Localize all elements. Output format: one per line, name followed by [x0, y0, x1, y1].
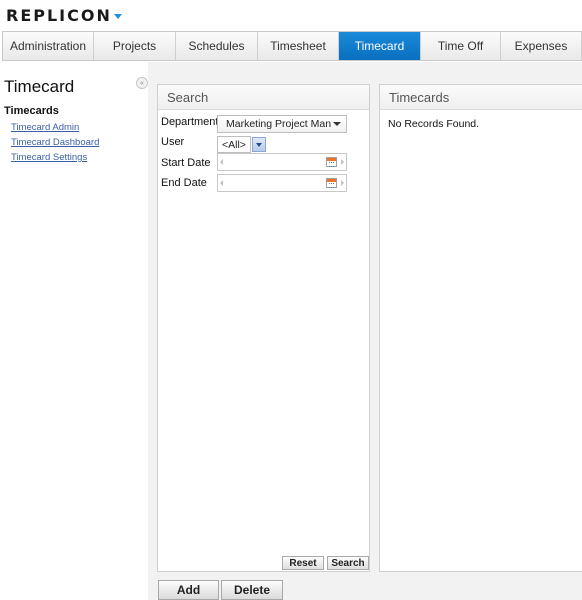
department-select[interactable]: Marketing Project Man: [217, 115, 347, 133]
delete-button[interactable]: Delete: [221, 580, 283, 600]
sidebar-link-timecard-admin[interactable]: Timecard Admin: [11, 122, 79, 133]
chevron-down-icon: [255, 142, 262, 147]
end-date-field[interactable]: [217, 174, 347, 192]
tab-projects[interactable]: Projects: [94, 32, 176, 60]
user-label: User: [161, 136, 185, 148]
previous-arrow-icon[interactable]: [220, 159, 223, 165]
tab-timesheet[interactable]: Timesheet: [258, 32, 339, 60]
sidebar-section-heading: Timecards: [4, 105, 59, 117]
tab-administration[interactable]: Administration: [3, 32, 94, 60]
department-label: Department: [161, 116, 219, 128]
empty-results-message: No Records Found.: [388, 118, 480, 130]
user-dropdown-button[interactable]: [251, 137, 266, 152]
chevron-down-icon: [333, 122, 341, 126]
user-value: <All>: [217, 136, 251, 153]
sidebar-title: Timecard: [4, 77, 75, 96]
main-tab-bar: Administration Projects Schedules Timesh…: [2, 31, 582, 61]
logo-text: REPLICON: [6, 5, 112, 25]
previous-arrow-icon[interactable]: [220, 180, 223, 186]
search-button[interactable]: Search: [327, 556, 369, 570]
add-button[interactable]: Add: [158, 580, 219, 600]
tab-expenses[interactable]: Expenses: [501, 32, 582, 60]
replicon-logo[interactable]: REPLICON: [6, 5, 122, 25]
next-arrow-icon[interactable]: [341, 159, 344, 165]
tab-time-off[interactable]: Time Off: [421, 32, 501, 60]
reset-button[interactable]: Reset: [282, 556, 324, 570]
tab-timecard[interactable]: Timecard: [339, 32, 421, 60]
calendar-icon[interactable]: [326, 157, 337, 167]
search-panel: Search Department Marketing Project Man …: [157, 84, 370, 572]
end-date-label: End Date: [161, 177, 207, 189]
timecards-panel: Timecards No Records Found.: [379, 84, 582, 572]
logo-dropdown-icon: [113, 14, 122, 19]
collapse-sidebar-icon[interactable]: «: [136, 77, 148, 89]
tab-schedules[interactable]: Schedules: [176, 32, 258, 60]
start-date-field[interactable]: [217, 153, 347, 171]
timecards-panel-title: Timecards: [380, 85, 582, 110]
user-select[interactable]: <All>: [217, 136, 266, 153]
sidebar-link-timecard-dashboard[interactable]: Timecard Dashboard: [11, 137, 99, 148]
next-arrow-icon[interactable]: [341, 180, 344, 186]
search-panel-title: Search: [158, 85, 369, 110]
start-date-label: Start Date: [161, 157, 211, 169]
department-value: Marketing Project Man: [226, 118, 332, 130]
sidebar-link-timecard-settings[interactable]: Timecard Settings: [11, 152, 87, 163]
calendar-icon[interactable]: [326, 178, 337, 188]
